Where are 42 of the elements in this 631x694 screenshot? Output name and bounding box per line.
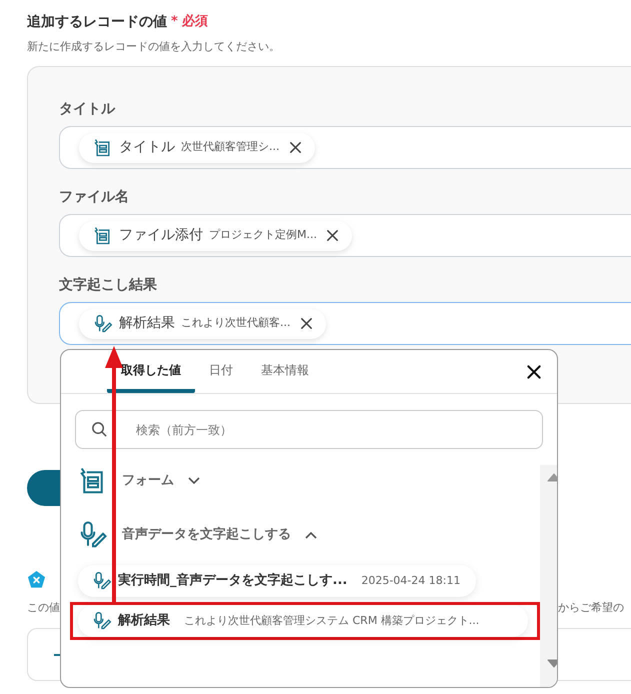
field-label: ファイル名 [59, 188, 130, 207]
value-chip[interactable]: タイトル 次世代顧客管理シ... [79, 132, 314, 162]
chip-name: タイトル [119, 138, 175, 157]
required-asterisk: * [171, 13, 178, 31]
chevron-up-icon [305, 531, 317, 539]
input-field[interactable]: 解析結果 これより次世代顧客... [59, 302, 631, 345]
chip-value: プロジェクト定例M... [209, 227, 317, 244]
chip-name: ファイル添付 [119, 226, 203, 245]
value-chip[interactable]: ファイル添付 プロジェクト定例M... [79, 220, 352, 250]
close-icon [288, 140, 302, 155]
group-toggle[interactable]: フォーム [78, 465, 200, 497]
required-label: 必須 [182, 12, 208, 31]
microphone-pen-icon [92, 611, 112, 631]
microphone-pen-icon [93, 314, 113, 334]
chip-value: 次世代顧客管理シ... [181, 139, 280, 156]
scroll-up-icon[interactable] [547, 473, 557, 482]
close-icon [324, 228, 340, 243]
close-icon [298, 316, 314, 331]
description-text: 新たに作成するレコードの値を入力してください。 [27, 39, 281, 55]
chip-value: これより次世代顧客... [181, 315, 290, 332]
section-title: 追加するレコードの値 [27, 13, 167, 32]
picker-tab[interactable]: 日付 [195, 350, 247, 393]
close-button[interactable] [525, 363, 543, 381]
search-field[interactable]: 検索（前方一致） [75, 410, 543, 449]
value-chip[interactable]: 解析結果 これより次世代顧客... [79, 308, 326, 338]
value-item[interactable]: 解析結果 これより次世代顧客管理システム CRM 構築プロジェクト... [78, 605, 528, 637]
chevron-down-icon [188, 477, 200, 485]
close-icon [525, 363, 543, 381]
description-text: からご希望の [558, 600, 624, 616]
input-field[interactable]: ファイル添付 プロジェクト定例M... [59, 214, 631, 257]
field-label: タイトル [59, 100, 116, 119]
description-text: この値 [27, 600, 60, 616]
microphone-pen-icon [78, 520, 108, 550]
field-label: 文字起こし結果 [59, 276, 158, 295]
scroll-down-icon[interactable] [547, 659, 557, 668]
pentagon-x-icon [27, 570, 46, 588]
microphone-pen-icon [92, 571, 112, 591]
value-item[interactable]: 実行時間_音声データを文字起こしす... 2025-04-24 18:11 [78, 565, 476, 597]
picker-tab[interactable]: 基本情報 [247, 350, 323, 393]
input-field[interactable]: タイトル 次世代顧客管理シ... [59, 126, 631, 169]
group-toggle[interactable]: 音声データを文字起こしする [78, 519, 317, 551]
chip-name: 解析結果 [119, 314, 175, 333]
